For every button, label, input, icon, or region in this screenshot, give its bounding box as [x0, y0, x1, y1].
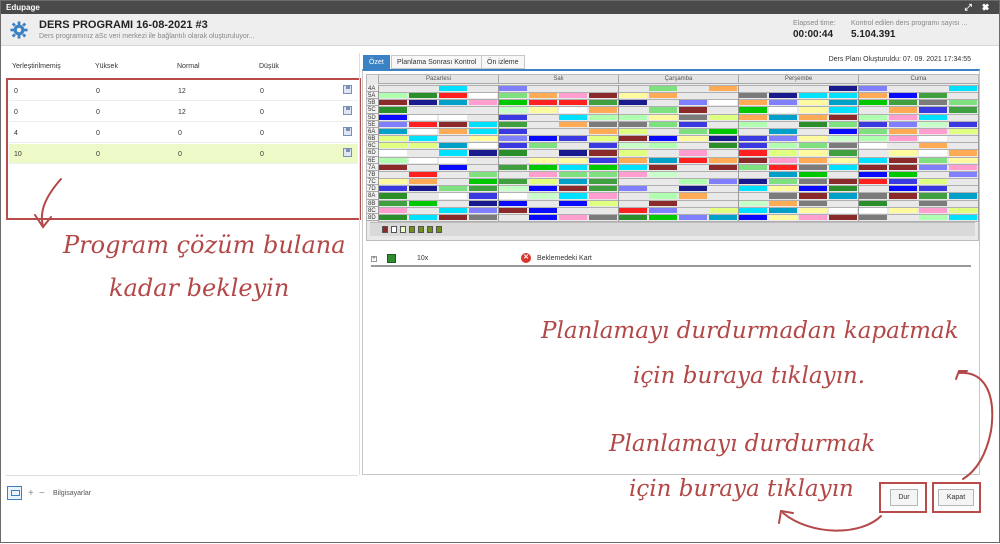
arrow-close	[955, 370, 994, 480]
arrow-wait	[34, 178, 62, 229]
edupage-window: Edupage ⤢ ✖ DERS PROGRAMI 16-08-2021 #3 …	[0, 0, 1000, 543]
arrow-stop	[778, 509, 882, 532]
annotation-arrows	[34, 178, 994, 532]
